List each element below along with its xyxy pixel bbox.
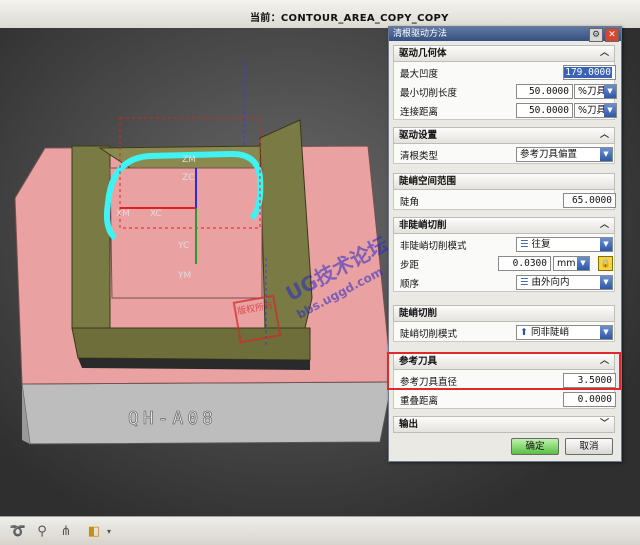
steep-mode-label: 陡峭切削模式: [400, 329, 458, 340]
part-engraving: QH-A08: [128, 408, 217, 429]
min-cut-length-unit-select[interactable]: %刀具 ▼: [574, 84, 617, 99]
axis-label-xc: XC: [150, 209, 162, 219]
order-icon: ☰: [520, 277, 532, 288]
section-drive-settings: 驱动设置 ︿ 清根类型 参考刀具偏置 ▼: [393, 127, 615, 164]
dialog-title-bar: 清根驱动方法 ⚙ ✕: [389, 27, 621, 42]
non-steep-mode-select[interactable]: ☰ 往复 ▼: [516, 237, 613, 252]
connect-distance-unit-select[interactable]: %刀具 ▼: [574, 103, 617, 118]
zigzag-icon: ☰: [520, 239, 532, 250]
arrow-up-icon: ⬆: [520, 327, 531, 338]
axis-label-xm: XM: [116, 209, 130, 219]
chevron-down-icon: ▼: [604, 104, 616, 117]
steep-angle-input[interactable]: 65.0000: [563, 193, 616, 208]
settings-icon[interactable]: ⚙: [589, 28, 603, 42]
watermark-stamp: 版权所有: [232, 294, 282, 344]
chevron-down-icon: ▼: [600, 276, 612, 289]
chevron-up-icon: ︿: [599, 220, 609, 230]
overlap-distance-label: 重叠距离: [400, 396, 439, 407]
status-bar: ➰ ⚲ ⋔ ◧ ▾: [0, 516, 640, 545]
drive-method-dialog: 清根驱动方法 ⚙ ✕ 驱动几何体 ︿ 最大凹度 179.0000 最小切削长度 5…: [388, 26, 622, 462]
chevron-up-icon: ︿: [599, 48, 609, 58]
title-bar: 当前：CONTOUR_AREA_COPY_COPY: [0, 0, 640, 29]
connect-distance-input[interactable]: 50.0000: [516, 103, 573, 118]
section-header-output[interactable]: 输出 ﹀: [393, 416, 615, 433]
max-concavity-input[interactable]: 179.0000: [563, 65, 616, 80]
chevron-down-icon: ▼: [604, 85, 616, 98]
dialog-title: 清根驱动方法: [393, 29, 448, 39]
cleanup-type-label: 清根类型: [400, 151, 439, 162]
max-concavity-label: 最大凹度: [400, 69, 439, 80]
left-wall: [71, 145, 111, 347]
cancel-button[interactable]: 取消: [565, 438, 613, 455]
axis-label-zm: ZM: [182, 155, 196, 165]
section-header-geometry[interactable]: 驱动几何体 ︿: [393, 45, 615, 62]
chevron-down-icon: ▼: [600, 326, 612, 339]
section-non-steep: 非陡峭切削 ︿ 非陡峭切削模式 ☰ 往复 ▼ 步距 0.0300 mm ▼ 🔒 顺序 …: [393, 217, 615, 292]
section-steep-space: 陡峭空间范围 陡角 65.0000: [393, 173, 616, 210]
chevron-down-icon: ▼: [600, 148, 612, 161]
chevron-down-icon: ▼: [600, 238, 612, 251]
cube-icon[interactable]: ◧: [86, 523, 102, 539]
non-steep-mode-label: 非陡峭切削模式: [400, 241, 467, 252]
connect-distance-label: 连接距离: [400, 107, 439, 118]
section-header-drive-settings[interactable]: 驱动设置 ︿: [393, 127, 615, 144]
stepover-input[interactable]: 0.0300: [498, 256, 551, 271]
steep-angle-label: 陡角: [400, 197, 420, 208]
chevron-up-icon: ︿: [599, 130, 609, 140]
chevron-down-icon: ▼: [577, 257, 589, 270]
min-cut-length-label: 最小切削长度: [400, 88, 458, 99]
snap-icon[interactable]: ⚲: [34, 523, 50, 539]
chevron-down-icon: ﹀: [599, 419, 609, 429]
axis-label-ym: YM: [177, 271, 191, 281]
tree-icon[interactable]: ⋔: [58, 523, 74, 539]
lock-icon[interactable]: 🔒: [598, 256, 613, 271]
section-steep: 陡峭切削 陡峭切削模式 ⬆ 同非陡峭 ▼: [393, 305, 615, 342]
steep-mode-select[interactable]: ⬆ 同非陡峭 ▼: [516, 325, 613, 340]
section-header-steep-space[interactable]: 陡峭空间范围: [393, 173, 615, 190]
section-output: 输出 ﹀: [393, 416, 615, 433]
section-header-steep[interactable]: 陡峭切削: [393, 305, 615, 322]
min-cut-length-input[interactable]: 50.0000: [516, 84, 573, 99]
lasso-icon[interactable]: ➰: [10, 523, 26, 539]
order-select[interactable]: ☰ 由外向内 ▼: [516, 275, 613, 290]
chevron-down-icon[interactable]: ▾: [104, 523, 114, 539]
highlight-box: [387, 352, 621, 390]
section-drive-geometry: 驱动几何体 ︿ 最大凹度 179.0000 最小切削长度 50.0000 %刀具 ▼…: [393, 45, 617, 120]
ok-button[interactable]: 确定: [511, 438, 559, 455]
stepover-unit-select[interactable]: mm ▼: [553, 256, 590, 271]
close-icon[interactable]: ✕: [605, 28, 619, 42]
cleanup-type-select[interactable]: 参考刀具偏置 ▼: [516, 147, 613, 162]
overlap-distance-input[interactable]: 0.0000: [563, 392, 616, 407]
order-label: 顺序: [400, 279, 420, 290]
axis-label-zc: ZC: [182, 173, 194, 183]
axis-label-yc: YC: [177, 241, 189, 251]
section-header-non-steep[interactable]: 非陡峭切削 ︿: [393, 217, 615, 234]
stepover-label: 步距: [400, 260, 420, 271]
operation-title: 当前：CONTOUR_AREA_COPY_COPY: [250, 13, 449, 24]
